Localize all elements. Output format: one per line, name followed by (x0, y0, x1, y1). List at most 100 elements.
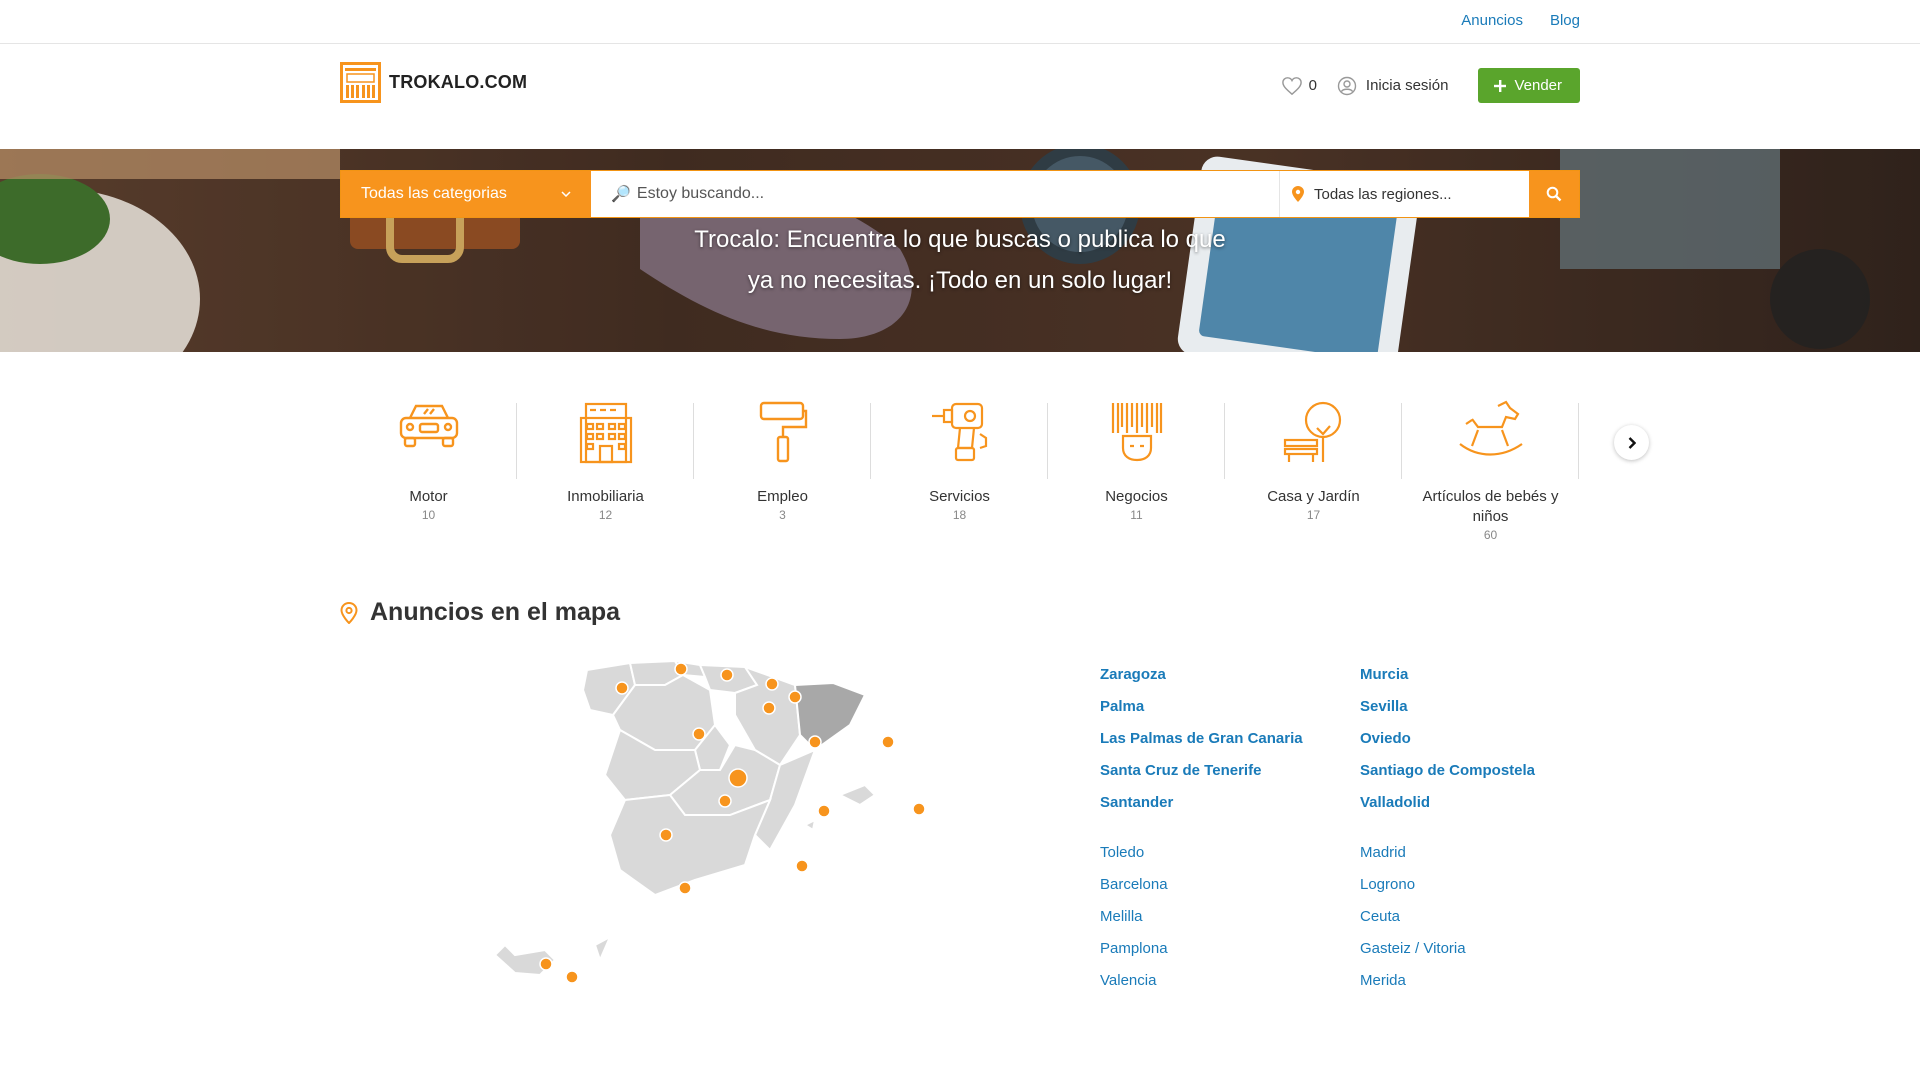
city-link[interactable]: Merida (1360, 971, 1620, 1003)
header: TROKALO.COM 0 Inicia sesión Vender Todas (0, 44, 1920, 218)
city-link[interactable]: Barcelona (1100, 875, 1360, 907)
spain-map[interactable] (495, 655, 970, 995)
location-pin-icon (340, 601, 358, 624)
map-marker (795, 859, 809, 873)
map-marker (539, 957, 553, 971)
heart-icon (1281, 76, 1302, 95)
map-regions (495, 659, 877, 977)
city-link[interactable]: Santander (1100, 793, 1360, 825)
city-link[interactable]: Zaragoza (1100, 665, 1360, 697)
map-marker (565, 970, 579, 984)
city-link[interactable]: Santa Cruz de Tenerife (1100, 761, 1360, 793)
city-link[interactable]: Murcia (1360, 665, 1620, 697)
map-marker (808, 735, 822, 749)
category-label: Empleo (757, 488, 808, 505)
map-marker (718, 794, 732, 808)
hero-tagline: Trocalo: Encuentra lo que buscas o publi… (0, 219, 1920, 301)
magnifier-icon: 🔎 (611, 186, 631, 203)
city-link[interactable]: Oviedo (1360, 729, 1620, 761)
hero-tagline-line1: Trocalo: Encuentra lo que buscas o publi… (694, 226, 1226, 253)
search-button[interactable] (1529, 171, 1579, 217)
map-marker (881, 735, 895, 749)
sell-label: Vender (1514, 77, 1562, 94)
header-actions: 0 Inicia sesión Vender (1281, 68, 1580, 103)
city-link[interactable]: Las Palmas de Gran Canaria (1100, 729, 1360, 761)
city-link[interactable]: Madrid (1360, 843, 1620, 875)
category-item-inmobiliaria[interactable]: Inmobiliaria 12 (517, 400, 694, 522)
category-count: 3 (779, 508, 786, 522)
blog-link[interactable]: Blog (1550, 12, 1580, 29)
logo-text: TROKALO.COM (389, 72, 528, 92)
ads-link[interactable]: Anuncios (1461, 12, 1523, 29)
city-list-spacer (1100, 825, 1360, 843)
barcode-icon (1111, 403, 1162, 462)
map-marker (765, 677, 779, 691)
category-label: Artículos de bebés y niños (1422, 488, 1559, 525)
map-marker (728, 768, 748, 788)
category-item-motor[interactable]: Motor 10 (340, 400, 517, 522)
map-marker (615, 681, 629, 695)
category-count: 18 (952, 508, 967, 522)
map-marker (678, 881, 692, 895)
city-link[interactable]: Ceuta (1360, 907, 1620, 939)
rocking-horse-icon (1458, 400, 1523, 456)
favorites-link[interactable]: 0 (1281, 76, 1317, 96)
region-value: Todas las regiones... (1314, 185, 1452, 203)
logo[interactable]: TROKALO.COM (340, 62, 527, 103)
city-link[interactable]: Santiago de Compostela (1360, 761, 1620, 793)
building-icon (579, 402, 632, 464)
category-count: 60 (1483, 528, 1498, 542)
category-count: 11 (1130, 508, 1143, 522)
map-marker (788, 690, 802, 704)
region-ibiza (802, 818, 817, 832)
chevron-right-icon (1628, 436, 1636, 449)
category-item-negocios[interactable]: Negocios 11 (1048, 400, 1225, 522)
region-catalonia (793, 681, 867, 752)
category-divider (1578, 403, 1579, 479)
sell-button[interactable]: Vender (1478, 68, 1580, 103)
bench-tree-icon (1283, 401, 1341, 462)
category-carousel: Motor 10 Inmobiliaria 12 Empleo 3 Servic… (340, 400, 1649, 550)
top-links: Anuncios Blog (1461, 12, 1580, 29)
search-icon (1546, 186, 1562, 202)
city-list-spacer (1360, 825, 1620, 843)
category-item-bebes-y-ninos[interactable]: Artículos de bebés y niños 60 (1402, 400, 1579, 542)
city-link[interactable]: Gasteiz / Vitoria (1360, 939, 1620, 971)
city-link[interactable]: Logrono (1360, 875, 1620, 907)
city-link[interactable]: Melilla (1100, 907, 1360, 939)
login-link[interactable]: Inicia sesión (1337, 76, 1448, 96)
search-input[interactable]: 🔎 Estoy buscando... (591, 171, 1279, 217)
logo-icon (340, 62, 381, 103)
category-select[interactable]: Todas las categorias (341, 171, 591, 217)
city-link[interactable]: Toledo (1100, 843, 1360, 875)
hero-tagline-line2: ya no necesitas. ¡Todo en un solo lugar! (747, 267, 1173, 294)
plus-icon (1494, 79, 1507, 92)
map-marker (912, 802, 926, 816)
car-icon (399, 404, 458, 448)
drill-icon (931, 402, 987, 462)
carousel-next-button[interactable] (1614, 425, 1649, 460)
region-lanzarote (593, 934, 613, 963)
city-column-right: Murcia Sevilla Oviedo Santiago de Compos… (1360, 665, 1620, 1003)
category-label: Negocios (1105, 488, 1168, 505)
region-select[interactable]: Todas las regiones... (1279, 171, 1529, 217)
search-bar: Todas las categorias 🔎 Estoy buscando...… (340, 170, 1580, 218)
category-select-value: Todas las categorias (361, 185, 507, 202)
search-placeholder: Estoy buscando... (636, 185, 765, 202)
map-section-title: Anuncios en el mapa (340, 598, 620, 627)
city-link[interactable]: Valladolid (1360, 793, 1620, 825)
map-marker (692, 727, 706, 741)
city-link[interactable]: Valencia (1100, 971, 1360, 1003)
city-link[interactable]: Sevilla (1360, 697, 1620, 729)
city-link[interactable]: Pamplona (1100, 939, 1360, 971)
top-bar: Anuncios Blog (0, 0, 1920, 44)
city-link[interactable]: Palma (1100, 697, 1360, 729)
category-item-empleo[interactable]: Empleo 3 (694, 400, 871, 522)
user-icon (1337, 76, 1357, 95)
category-item-casa-y-jardin[interactable]: Casa y Jardín 17 (1225, 400, 1402, 522)
category-item-servicios[interactable]: Servicios 18 (871, 400, 1048, 522)
category-label: Inmobiliaria (567, 488, 644, 505)
map-marker (720, 668, 734, 682)
category-label: Servicios (929, 488, 990, 505)
location-pin-icon (1292, 186, 1304, 202)
